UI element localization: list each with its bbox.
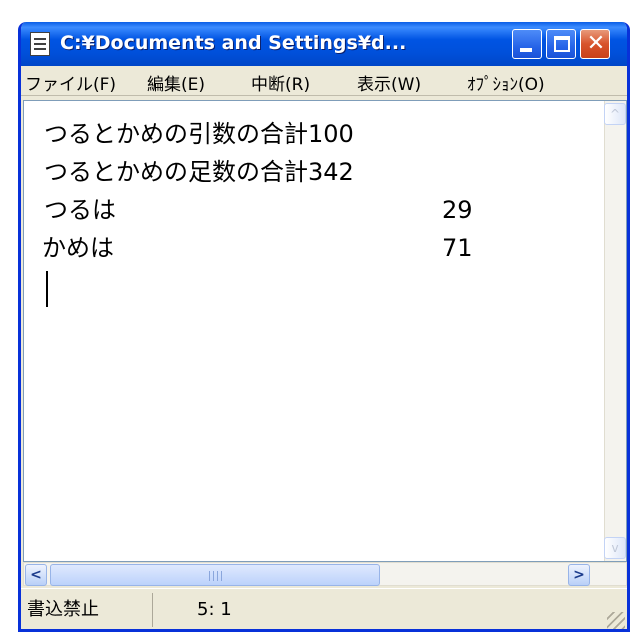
menu-view[interactable]: 表示(W) bbox=[357, 70, 421, 95]
output-line-total-legs: つるとかめの足数の合計342 bbox=[44, 158, 354, 186]
scroll-left-button[interactable]: < bbox=[25, 564, 47, 586]
resize-grip-icon[interactable] bbox=[607, 612, 625, 629]
status-bar: 書込禁止 5: 1 bbox=[21, 588, 627, 629]
notepad-icon[interactable] bbox=[30, 32, 50, 56]
output-cranes-value: 29 bbox=[442, 196, 473, 224]
console-window: C:¥Documents and Settings¥d... ✕ ファイル(F)… bbox=[18, 22, 630, 632]
maximize-button[interactable] bbox=[546, 29, 576, 59]
status-cursor-position: 5: 1 bbox=[197, 599, 232, 620]
output-area[interactable]: つるとかめの引数の合計100 つるとかめの足数の合計342 つるは 29 かめは… bbox=[23, 100, 627, 562]
output-line-cranes-label: つるは bbox=[44, 196, 116, 224]
output-line-turtles-label: かめは bbox=[42, 234, 114, 262]
menu-bar: ファイル(F) 編集(E) 中断(R) 表示(W) ｵﾌﾟｼｮﾝ(O) bbox=[21, 66, 627, 96]
menu-options[interactable]: ｵﾌﾟｼｮﾝ(O) bbox=[467, 70, 545, 95]
output-line-total-heads: つるとかめの引数の合計100 bbox=[44, 120, 354, 148]
title-bar[interactable]: C:¥Documents and Settings¥d... ✕ bbox=[21, 22, 627, 66]
output-turtles-value: 71 bbox=[442, 234, 473, 262]
scroll-up-button[interactable]: ^ bbox=[604, 103, 626, 125]
scroll-down-button[interactable]: v bbox=[604, 537, 626, 559]
maximize-icon bbox=[554, 36, 570, 52]
chevron-left-icon: < bbox=[30, 567, 42, 583]
minimize-icon bbox=[520, 48, 532, 52]
window-title: C:¥Documents and Settings¥d... bbox=[60, 32, 407, 54]
minimize-button[interactable] bbox=[512, 29, 542, 59]
close-button[interactable]: ✕ bbox=[580, 29, 610, 59]
chevron-right-icon: > bbox=[573, 567, 585, 583]
close-icon: ✕ bbox=[586, 31, 606, 56]
menu-break[interactable]: 中断(R) bbox=[251, 70, 310, 95]
status-mode: 書込禁止 bbox=[25, 593, 153, 627]
horizontal-scrollbar[interactable]: < > bbox=[23, 562, 627, 586]
scroll-right-button[interactable]: > bbox=[568, 564, 590, 586]
menu-edit[interactable]: 編集(E) bbox=[147, 70, 205, 95]
chevron-down-icon: v bbox=[611, 541, 619, 555]
horizontal-scroll-thumb[interactable] bbox=[50, 564, 380, 586]
menu-file[interactable]: ファイル(F) bbox=[25, 70, 116, 95]
chevron-up-icon: ^ bbox=[609, 107, 621, 121]
text-cursor bbox=[46, 271, 48, 307]
vertical-scrollbar[interactable]: ^ v bbox=[604, 101, 626, 561]
